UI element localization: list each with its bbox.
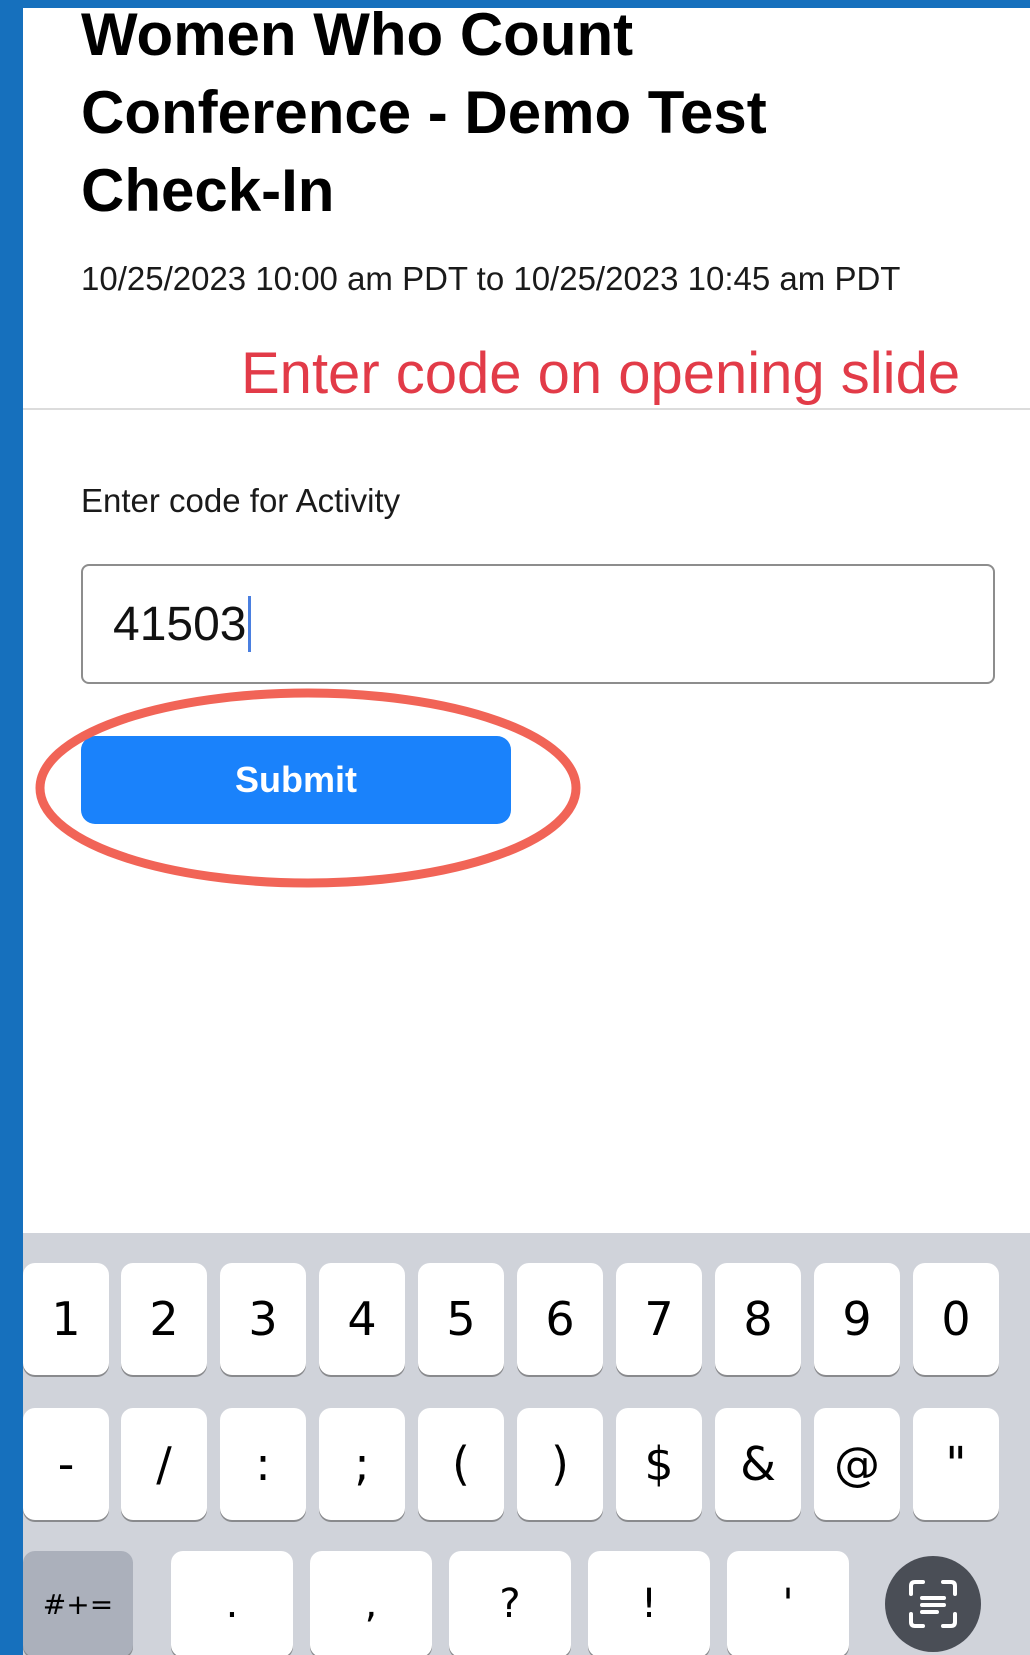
- key-6[interactable]: 6: [517, 1263, 603, 1375]
- key-apostrophe[interactable]: ': [727, 1551, 849, 1655]
- app-screen: Women Who Count Conference - Demo Test C…: [23, 8, 1030, 1655]
- key-open-paren[interactable]: (: [418, 1408, 504, 1520]
- key-semicolon[interactable]: ;: [319, 1408, 405, 1520]
- key-0[interactable]: 0: [913, 1263, 999, 1375]
- key-close-paren[interactable]: ): [517, 1408, 603, 1520]
- key-period[interactable]: .: [171, 1551, 293, 1655]
- key-exclamation[interactable]: !: [588, 1551, 710, 1655]
- code-field-label: Enter code for Activity: [81, 482, 401, 519]
- key-question[interactable]: ?: [449, 1551, 571, 1655]
- key-dollar[interactable]: $: [616, 1408, 702, 1520]
- key-slash[interactable]: /: [121, 1408, 207, 1520]
- key-5[interactable]: 5: [418, 1263, 504, 1375]
- key-double-quote[interactable]: ": [913, 1408, 999, 1520]
- numeric-keyboard: 1 2 3 4 5 6 7 8 9 0 - / : ; ( ) $ & @ " …: [23, 1233, 1030, 1655]
- text-caret: [248, 596, 252, 652]
- key-comma[interactable]: ,: [310, 1551, 432, 1655]
- code-input-value: 41503: [113, 597, 247, 651]
- key-more-symbols[interactable]: #+=: [23, 1551, 133, 1655]
- key-at[interactable]: @: [814, 1408, 900, 1520]
- key-ampersand[interactable]: &: [715, 1408, 801, 1520]
- divider: [23, 408, 1030, 410]
- highlight-ellipse: [35, 688, 581, 888]
- annotation-text: Enter code on opening slide: [241, 341, 961, 406]
- key-2[interactable]: 2: [121, 1263, 207, 1375]
- key-1[interactable]: 1: [23, 1263, 109, 1375]
- page-title-line-2: Conference - Demo Test: [81, 79, 767, 146]
- key-8[interactable]: 8: [715, 1263, 801, 1375]
- key-colon[interactable]: :: [220, 1408, 306, 1520]
- key-3[interactable]: 3: [220, 1263, 306, 1375]
- page-title: Women Who Count Conference - Demo Test C…: [81, 8, 861, 230]
- key-4[interactable]: 4: [319, 1263, 405, 1375]
- key-9[interactable]: 9: [814, 1263, 900, 1375]
- scan-text-icon[interactable]: [885, 1556, 981, 1652]
- key-7[interactable]: 7: [616, 1263, 702, 1375]
- scan-text-icon-glyph: [909, 1580, 957, 1628]
- page-title-line-3: Check-In: [81, 157, 335, 224]
- page-title-line-1: Women Who Count: [81, 8, 634, 68]
- activity-code-input[interactable]: 41503: [81, 564, 995, 684]
- event-datetime: 10/25/2023 10:00 am PDT to 10/25/2023 10…: [81, 260, 901, 297]
- key-hyphen[interactable]: -: [23, 1408, 109, 1520]
